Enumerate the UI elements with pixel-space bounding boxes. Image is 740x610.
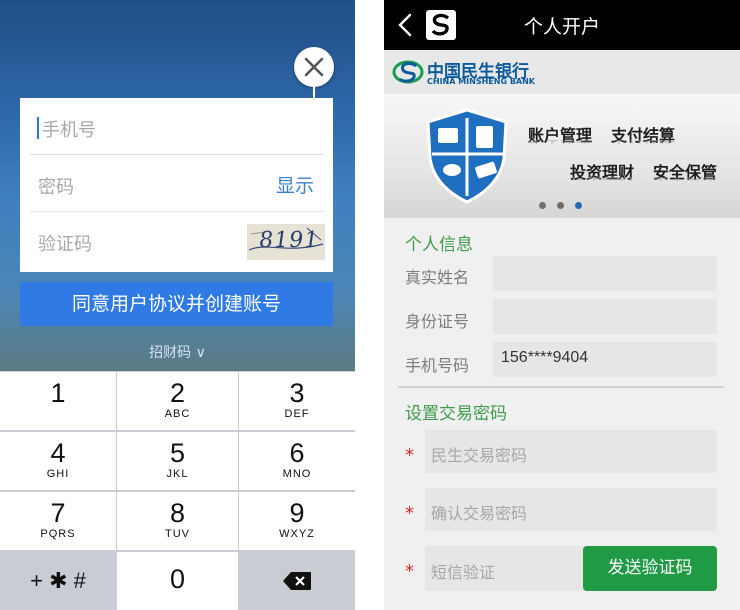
numeric-keypad: 1 2 ABC 3 DEF 4 GHI 5 JKL 6 MNO 7 PQRS 8	[0, 371, 355, 610]
key-7[interactable]: 7 PQRS	[0, 492, 116, 550]
left-screen: 手机号 密码 显示 验证码 8191 同意用户协议并创建账号 招财码 ∨ 1 2…	[0, 0, 355, 610]
backspace-key[interactable]	[239, 552, 355, 610]
banner-label-reflection: 支付结算	[611, 140, 675, 149]
key-digit: 6	[289, 438, 305, 468]
key-digit: 1	[50, 378, 66, 408]
page-title: 个人开户	[523, 16, 600, 38]
security-shield-icon	[426, 108, 508, 204]
captcha-field[interactable]: 验证码 8191	[30, 212, 325, 272]
key-digit: 9	[289, 498, 305, 528]
password-section-title: 设置交易密码	[405, 404, 507, 424]
promo-banner[interactable]: 账户管理 账户管理 支付结算 支付结算 投资理财 投资理财 安全保管 安全保管	[384, 94, 740, 218]
carousel-dot[interactable]	[557, 202, 564, 209]
app-header: 个人开户	[384, 0, 740, 50]
key-2[interactable]: 2 ABC	[117, 372, 238, 430]
send-code-button[interactable]: 发送验证码	[583, 546, 717, 591]
key-digit: 7	[50, 498, 66, 528]
password-placeholder: 密码	[38, 177, 74, 198]
key-digit: + ✱ #	[30, 568, 86, 593]
key-3[interactable]: 3 DEF	[239, 372, 355, 430]
key-letters: MNO	[282, 468, 312, 480]
key-letters: JKL	[166, 468, 189, 480]
phone-label: 手机号码	[405, 356, 470, 375]
key-digit: 0	[169, 564, 186, 594]
captcha-image[interactable]: 8191	[247, 224, 325, 260]
confirm-password-placeholder: 确认交易密码	[431, 504, 528, 523]
required-mark: *	[405, 561, 414, 582]
key-9[interactable]: 9 WXYZ	[239, 492, 355, 550]
login-card: 手机号 密码 显示 验证码 8191	[20, 98, 333, 272]
key-digit: 8	[169, 498, 186, 528]
id-number-input[interactable]	[493, 299, 717, 334]
banner-label-reflection: 安全保管	[653, 177, 717, 186]
key-letters: DEF	[284, 408, 310, 420]
key-letters: WXYZ	[279, 528, 315, 540]
sms-code-input[interactable]: 短信验证	[425, 546, 585, 591]
bank-brand-bar: 中国民生银行 CHINA MINSHENG BANK	[384, 50, 740, 94]
name-input[interactable]	[493, 256, 717, 291]
right-screen: 个人开户 中国民生银行 CHINA MINSHENG BANK 账户管理 账户管…	[384, 0, 740, 610]
close-icon	[304, 57, 324, 77]
key-0[interactable]: 0	[117, 552, 238, 610]
phone-field[interactable]: 手机号	[30, 98, 324, 155]
key-letters: GHI	[46, 468, 70, 480]
password-field[interactable]: 密码 显示	[30, 155, 324, 212]
trade-password-input[interactable]: 民生交易密码	[425, 430, 717, 473]
close-connector	[313, 86, 315, 98]
backspace-icon	[283, 572, 311, 590]
phone-value: 156****9404	[501, 349, 589, 366]
required-mark: *	[405, 445, 414, 466]
id-number-label: 身份证号	[405, 312, 470, 331]
captcha-code: 8191	[257, 228, 321, 253]
show-password-button[interactable]: 显示	[276, 171, 314, 198]
key-digit: 4	[50, 438, 66, 468]
captcha-placeholder: 验证码	[38, 234, 92, 255]
key-letters: TUV	[165, 528, 190, 540]
confirm-password-input[interactable]: 确认交易密码	[425, 488, 717, 531]
trade-password-placeholder: 民生交易密码	[431, 446, 528, 465]
create-account-button[interactable]: 同意用户协议并创建账号	[20, 282, 333, 326]
close-button[interactable]	[294, 47, 334, 87]
key-5[interactable]: 5 JKL	[117, 432, 238, 490]
invite-code-toggle[interactable]: 招财码 ∨	[0, 342, 355, 362]
text-cursor	[37, 117, 39, 139]
key-6[interactable]: 6 MNO	[239, 432, 355, 490]
key-4[interactable]: 4 GHI	[0, 432, 116, 490]
key-digit: 3	[289, 378, 305, 408]
key-letters: PQRS	[40, 528, 76, 540]
key-1[interactable]: 1	[0, 372, 116, 430]
bank-name-en: CHINA MINSHENG BANK	[427, 77, 535, 86]
carousel-dot-active[interactable]	[575, 202, 582, 209]
name-label: 真实姓名	[405, 268, 470, 287]
phone-input[interactable]: 156****9404	[493, 342, 717, 377]
key-8[interactable]: 8 TUV	[117, 492, 238, 550]
key-digit: 5	[169, 438, 186, 468]
key-digit: 2	[169, 378, 186, 408]
phone-placeholder: 手机号	[42, 120, 96, 141]
personal-info-title: 个人信息	[405, 235, 473, 255]
key-symbols[interactable]: + ✱ #	[0, 552, 116, 610]
carousel-dot[interactable]	[539, 202, 546, 209]
key-letters: ABC	[164, 408, 191, 420]
section-divider	[398, 386, 724, 388]
sms-code-placeholder: 短信验证	[431, 563, 496, 582]
banner-label-reflection: 投资理财	[570, 177, 634, 186]
banner-label-reflection: 账户管理	[528, 140, 592, 149]
required-mark: *	[405, 503, 414, 524]
bank-emblem-icon	[392, 60, 424, 84]
